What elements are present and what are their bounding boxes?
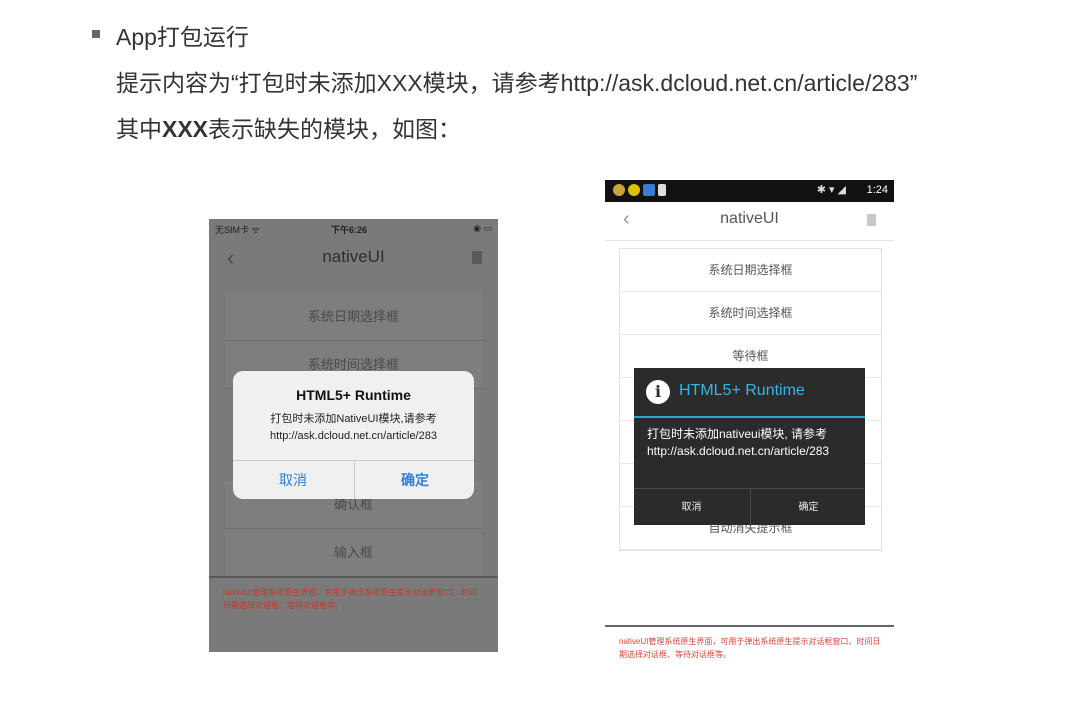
footer-description: nativeUI管理系统原生界面，可用于弹出系统原生提示对话框窗口、时间日期选择… — [619, 637, 881, 659]
list-item[interactable]: 输入框 — [225, 529, 482, 577]
notification-icons — [613, 184, 669, 202]
ios-alert-dialog: HTML5+ Runtime 打包时未添加NativeUI模块,请参考http:… — [233, 371, 474, 499]
ios-status-bar: 无SIM卡 ᯤ 下午6:26 ◉ ▭ — [209, 219, 498, 239]
dialog-message: 打包时未添加nativeui模块, 请参考 http://ask.dcloud.… — [647, 427, 830, 458]
dialog-message: 打包时未添加NativeUI模块,请参考http://ask.dcloud.ne… — [270, 413, 437, 442]
trash-icon[interactable] — [867, 214, 876, 226]
signal-icons: ✱ ▾ ◢ — [816, 184, 846, 196]
battery-icon: ◉ ▭ — [473, 223, 492, 233]
notification-icon — [643, 184, 655, 196]
nav-title: nativeUI — [720, 210, 779, 227]
ios-footer: nativeUI管理系统原生界面，可用于弹出系统原生提示对话框窗口、时间日期选择… — [209, 576, 498, 652]
android-footer: nativeUI管理系统原生界面，可用于弹出系统原生提示对话框窗口、时间日期选择… — [605, 625, 894, 690]
note-prefix: 其中 — [116, 116, 162, 142]
dialog-title: HTML5+ Runtime — [296, 387, 411, 403]
list-item[interactable]: 系统时间选择框 — [620, 292, 881, 335]
android-screenshot: ✱ ▾ ◢ 1:24 ‹ nativeUI 系统日期选择框 系统时间选择框 等待… — [605, 180, 894, 690]
cancel-button[interactable]: 取消 — [634, 489, 749, 526]
ios-screenshot: 无SIM卡 ᯤ 下午6:26 ◉ ▭ ‹ nativeUI 系统日期选择框 系统… — [209, 219, 498, 652]
dialog-header: i HTML5+ Runtime — [634, 368, 865, 418]
bullet-marker — [92, 30, 100, 38]
notification-icon — [658, 184, 666, 196]
ios-nav-bar: ‹ nativeUI — [209, 239, 498, 279]
trash-icon[interactable] — [472, 251, 482, 264]
list-item[interactable]: 系统日期选择框 — [620, 249, 881, 292]
ok-button[interactable]: 确定 — [354, 461, 474, 499]
notification-icon — [628, 184, 640, 196]
android-nav-bar: ‹ nativeUI — [605, 202, 894, 241]
dialog-buttons: 取消 确定 — [634, 488, 865, 526]
dialog-title: HTML5+ Runtime — [679, 382, 805, 399]
dialog-buttons: 取消 确定 — [233, 460, 474, 499]
note-suffix: 表示缺失的模块，如图： — [208, 116, 462, 142]
section-title: App打包运行 — [116, 24, 249, 50]
info-icon: i — [646, 380, 670, 404]
status-time: 下午6:26 — [331, 225, 368, 235]
footer-description: nativeUI管理系统原生界面，可用于弹出系统原生提示对话框窗口、时间日期选择… — [223, 588, 477, 610]
missing-module-note: 其中XXX表示缺失的模块，如图： — [116, 110, 461, 144]
note-placeholder: XXX — [162, 116, 209, 142]
nav-title: nativeUI — [322, 247, 385, 266]
prompt-description: 提示内容为“打包时未添加XXX模块，请参考http://ask.dcloud.n… — [116, 70, 918, 96]
list-item[interactable]: 系统日期选择框 — [225, 293, 482, 341]
cancel-button[interactable]: 取消 — [233, 461, 353, 499]
ok-button[interactable]: 确定 — [750, 489, 866, 526]
status-time: 1:24 — [866, 184, 888, 196]
notification-icon — [613, 184, 625, 196]
carrier-label: 无SIM卡 ᯤ — [215, 225, 260, 235]
android-alert-dialog: i HTML5+ Runtime 打包时未添加nativeui模块, 请参考 h… — [634, 368, 865, 526]
android-status-bar: ✱ ▾ ◢ 1:24 — [605, 180, 894, 202]
